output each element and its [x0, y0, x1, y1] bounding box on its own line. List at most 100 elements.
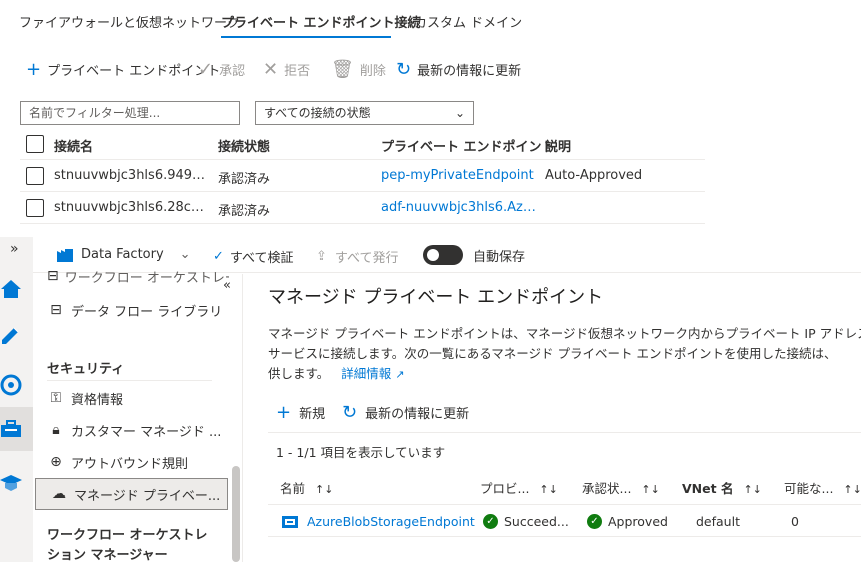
chevron-down-icon: ⌄ — [179, 247, 191, 262]
connection-name: stnuuvwbjc3hls6.949… — [54, 168, 206, 183]
factory-icon — [57, 248, 73, 262]
sort-icon: ↑↓ — [641, 483, 660, 496]
tab-custom-domain[interactable]: カスタム ドメイン — [414, 12, 522, 31]
monitor-gauge-icon[interactable] — [0, 363, 33, 407]
validate-all-label: すべて検証 — [229, 251, 294, 266]
autosave-switch[interactable] — [423, 245, 463, 265]
nav-item-customer-managed-key[interactable]: 🔒︎ カスタマー マネージド ... — [33, 414, 229, 446]
library-icon: ⊟ — [50, 302, 62, 318]
reject-label: 拒否 — [284, 64, 311, 79]
refresh-endpoints-button[interactable]: ↻ 最新の情報に更新 — [342, 402, 469, 423]
table-header-row: 接続名 接続状態 プライベート エンドポイント 説明 — [20, 128, 705, 160]
publish-upload-icon: ⇪ — [316, 249, 327, 264]
publish-all-button[interactable]: ⇪ すべて発行 — [316, 247, 398, 266]
description-line-3: 供します。 — [268, 366, 330, 381]
nav-item-partial[interactable]: ⊟ ワークフロー オーケストレーション — [33, 264, 229, 288]
home-icon[interactable] — [0, 267, 33, 311]
column-header-vnet[interactable]: VNet 名 ↑↓ — [682, 478, 762, 497]
cloud-link-icon: ☁ — [52, 486, 66, 502]
select-all-checkbox[interactable] — [26, 135, 44, 153]
author-pencil-icon[interactable] — [0, 313, 33, 357]
nav-item-dataflow-library-label: データ フロー ライブラリ — [71, 304, 223, 320]
endpoint-name-link[interactable]: AzureBlobStorageEndpoint — [307, 514, 475, 529]
success-check-icon: ✓ — [587, 514, 602, 529]
refresh-endpoints-label: 最新の情報に更新 — [365, 407, 470, 422]
column-header-name[interactable]: 名前 ↑↓ — [280, 478, 333, 497]
column-approval-label: 承認状... — [582, 481, 632, 496]
workflow-section-heading-line2: ション マネージャー — [47, 548, 168, 562]
publish-all-label: すべて発行 — [334, 251, 399, 266]
nav-item-outbound-rules[interactable]: ⊕ アウトバウンド規則 — [33, 446, 229, 478]
name-filter-input[interactable]: 名前でフィルター処理... — [20, 101, 240, 125]
tab-firewall[interactable]: ファイアウォールと仮想ネットワーク — [19, 12, 240, 31]
success-check-icon: ✓ — [483, 514, 498, 529]
security-section-heading: セキュリティ — [47, 362, 125, 377]
approve-button[interactable]: ✓ 承認 — [198, 60, 245, 79]
nav-item-credentials[interactable]: ⚿ 資格情報 — [33, 382, 229, 414]
chevron-down-icon: ⌄ — [454, 106, 465, 120]
table-row[interactable]: stnuuvwbjc3hls6.949… 承認済み pep-myPrivateE… — [20, 160, 705, 192]
column-header-provisioning[interactable]: プロビ... ↑↓ — [480, 478, 558, 497]
row-checkbox[interactable] — [26, 167, 44, 185]
row-checkbox[interactable] — [26, 199, 44, 217]
add-private-endpoint-label: プライベート エンドポイント — [47, 64, 221, 79]
plus-icon: + — [276, 402, 292, 423]
nav-item-dataflow-library[interactable]: ⊟ データ フロー ライブラリ — [33, 294, 229, 326]
add-private-endpoint-button[interactable]: + プライベート エンドポイント — [26, 60, 220, 79]
description-line-2: サービスに接続します。次の一覧にあるマネージド プライベート エンドポイントを使… — [268, 346, 837, 361]
autosave-toggle[interactable]: 自動保存 — [423, 245, 525, 265]
approval-state-text: Approved — [608, 514, 668, 529]
nav-item-credentials-label: 資格情報 — [71, 392, 124, 408]
refresh-icon: ↻ — [342, 402, 358, 423]
refresh-label: 最新の情報に更新 — [417, 64, 522, 79]
nav-scrollbar[interactable] — [232, 466, 240, 562]
left-rail: » — [0, 237, 33, 562]
sort-icon: ↑↓ — [743, 483, 762, 496]
divider — [268, 504, 861, 505]
divider — [268, 432, 861, 433]
column-header-state[interactable]: 接続状態 — [218, 136, 270, 155]
sort-icon: ↑↓ — [315, 483, 334, 496]
data-factory-dropdown[interactable]: Data Factory ⌄ — [57, 247, 191, 262]
section-divider — [47, 380, 212, 381]
possible-count-cell: 0 — [791, 514, 799, 529]
column-header-approval[interactable]: 承認状... ↑↓ — [582, 478, 660, 497]
autosave-label: 自動保存 — [473, 249, 526, 265]
learn-more-link[interactable]: 詳細情報 — [341, 366, 391, 381]
page-title: マネージド プライベート エンドポイント — [268, 287, 604, 308]
reject-button[interactable]: ✕ 拒否 — [263, 60, 310, 79]
nav-item-managed-private-endpoints[interactable]: ☁ マネージド プライベー... — [35, 478, 228, 510]
external-link-icon: ↗ — [395, 368, 405, 381]
page-description: マネージド プライベート エンドポイントは、マネージド仮想ネットワーク内からプラ… — [268, 324, 861, 385]
new-button[interactable]: + 新規 — [276, 402, 325, 423]
tab-bar: ファイアウォールと仮想ネットワーク プライベート エンドポイント接続 カスタム … — [0, 0, 861, 42]
table-row[interactable]: stnuuvwbjc3hls6.28c… 承認済み adf-nuuvwbjc3h… — [20, 192, 705, 224]
sort-icon: ↑↓ — [843, 483, 861, 496]
column-header-possible[interactable]: 可能な... ↑↓ — [784, 478, 861, 497]
provisioning-state-cell: ✓ Succeed... — [483, 514, 569, 529]
connection-status-select[interactable]: すべての接続の状態 ⌄ — [255, 101, 474, 125]
column-header-name[interactable]: 接続名 — [54, 136, 93, 155]
delete-button[interactable]: 🗑 削除 — [331, 60, 386, 79]
nav-item-outbound-rules-label: アウトバウンド規則 — [71, 456, 189, 472]
refresh-button[interactable]: ↻ 最新の情報に更新 — [396, 60, 521, 79]
column-header-endpoint[interactable]: プライベート エンドポイント — [381, 136, 555, 155]
expand-rail-icon[interactable]: » — [10, 241, 19, 257]
sort-icon: ↑↓ — [539, 483, 558, 496]
credentials-key-icon: ⚿ — [50, 390, 62, 406]
column-vnet-label: VNet 名 — [682, 481, 734, 496]
active-tab-indicator — [221, 36, 391, 38]
refresh-icon: ↻ — [396, 58, 412, 80]
lock-icon: 🔒︎ — [52, 422, 60, 438]
column-header-description[interactable]: 説明 — [545, 136, 571, 155]
tab-private-endpoint-connections[interactable]: プライベート エンドポイント接続 — [221, 12, 421, 31]
connection-state: 承認済み — [218, 204, 271, 219]
item-count-text: 1 - 1/1 項目を表示しています — [276, 445, 446, 460]
manage-toolbox-icon[interactable] — [0, 407, 33, 451]
private-endpoint-link[interactable]: adf-nuuvwbjc3hls6.Az… — [381, 200, 541, 215]
learning-cap-icon[interactable] — [0, 461, 33, 505]
private-endpoint-link[interactable]: pep-myPrivateEndpoint — [381, 168, 534, 183]
plus-icon: + — [26, 58, 42, 80]
endpoint-name-cell[interactable]: AzureBlobStorageEndpoint — [282, 514, 475, 529]
column-provisioning-label: プロビ... — [480, 481, 530, 496]
